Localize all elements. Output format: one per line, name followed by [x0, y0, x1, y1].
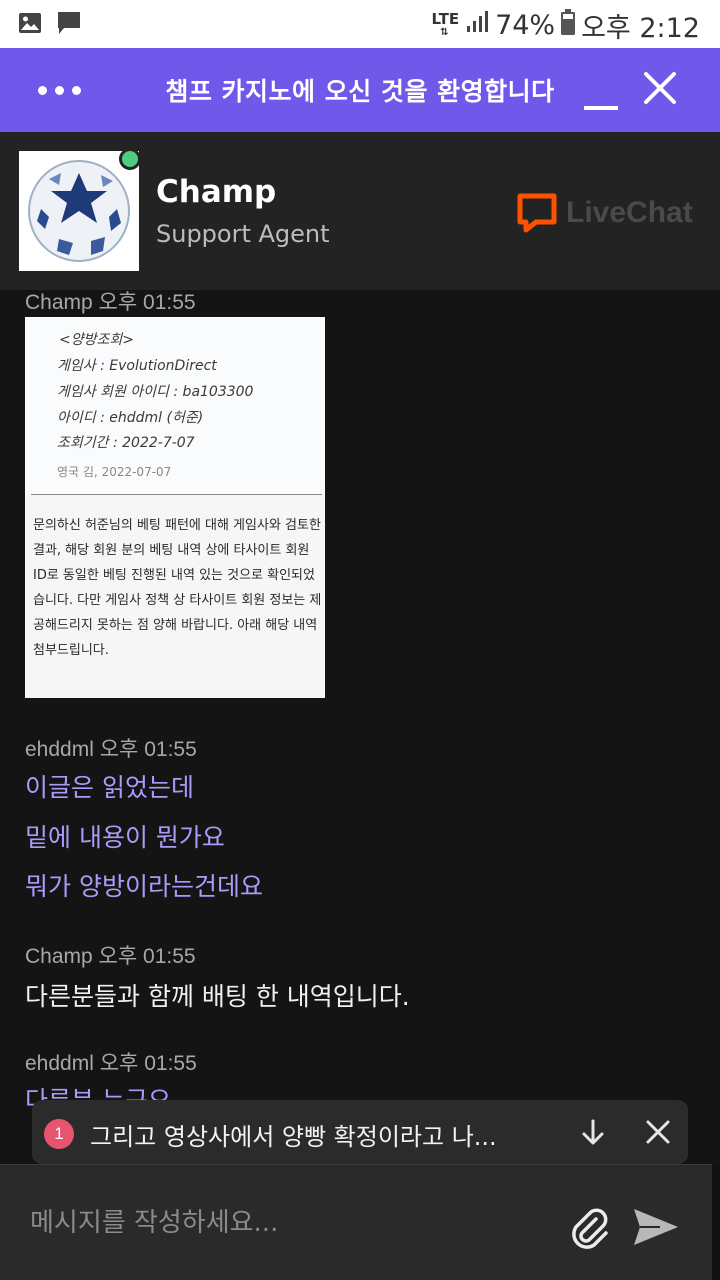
paperclip-icon [572, 1208, 608, 1249]
message-icon [56, 10, 82, 40]
toast-message-preview: 그리고 영상사에서 양빵 확정이라고 나... [90, 1123, 497, 1151]
livechat-logo: LiveChat [516, 192, 693, 234]
close-icon [646, 1120, 670, 1144]
online-status-dot [119, 148, 141, 170]
chat-header-bar: 챔프 카지노에 오신 것을 환영합니다 [0, 48, 720, 132]
attachment-line: 조회기간 : 2022-7-07 [57, 435, 195, 451]
send-button[interactable] [630, 1201, 682, 1253]
visitor-message: 뭐가 양방이라는건데요 [25, 872, 263, 901]
message-meta: ehddml 오후 01:55 [25, 733, 197, 763]
agent-message: 다른분들과 함께 배팅 한 내역입니다. [25, 982, 410, 1011]
attachment-divider [31, 494, 322, 495]
minimize-icon [584, 106, 618, 110]
message-time: 오후 01:55 [98, 291, 196, 314]
attachment-title: <양방조회> [59, 332, 134, 348]
arrow-down-icon [582, 1119, 604, 1145]
minimize-button[interactable] [582, 88, 622, 128]
scroll-to-bottom-button[interactable] [577, 1116, 609, 1148]
message-time: 오후 01:55 [98, 945, 196, 968]
message-meta: ehddml 오후 01:55 [25, 1047, 197, 1077]
new-message-toast[interactable]: 1 그리고 영상사에서 양빵 확정이라고 나... [32, 1100, 688, 1164]
avatar [19, 151, 139, 271]
attachment-line: 게임사 회원 아이디 : ba103300 [57, 384, 254, 400]
message-author: ehddml [25, 738, 94, 761]
attachment-header: <양방조회> 게임사 : EvolutionDirect 게임사 회원 아이디 … [25, 317, 325, 494]
message-author: Champ [25, 291, 93, 314]
image-attachment[interactable]: <양방조회> 게임사 : EvolutionDirect 게임사 회원 아이디 … [25, 317, 325, 698]
message-author: Champ [25, 945, 93, 968]
scrollbar[interactable] [712, 1164, 720, 1280]
attachment-line: 게임사 : EvolutionDirect [57, 358, 217, 374]
gallery-icon [18, 11, 42, 39]
agent-role: Support Agent [156, 220, 330, 248]
agent-name: Champ [156, 174, 277, 210]
battery-icon [561, 9, 576, 42]
message-meta: Champ 오후 01:55 [25, 940, 196, 970]
battery-percent: 74% [495, 10, 556, 41]
visitor-message: 밑에 내용이 뭔가요 [25, 823, 225, 852]
message-composer [0, 1164, 712, 1280]
attachment-line: 아이디 : ehddml (허준) [57, 410, 204, 426]
visitor-message: 이글은 읽었는데 [25, 773, 194, 802]
attach-file-button[interactable] [566, 1205, 614, 1253]
unread-count-badge: 1 [44, 1119, 74, 1149]
agent-header: Champ Support Agent LiveChat [0, 132, 720, 290]
livechat-brand: LiveChat [566, 196, 693, 229]
message-author: ehddml [25, 1052, 94, 1075]
message-time: 오후 01:55 [99, 1052, 197, 1075]
message-time: 오후 01:55 [99, 738, 197, 761]
clock: 오후 2:12 [581, 13, 700, 44]
attachment-signature: 영국 김, 2022-07-07 [57, 465, 172, 479]
close-button[interactable] [640, 68, 680, 108]
close-icon [644, 72, 676, 104]
signal-icon [465, 10, 489, 41]
status-bar: LTE ⇅ 74% 오후 2:12 [0, 0, 720, 48]
message-input[interactable] [30, 1201, 530, 1245]
send-icon [634, 1209, 678, 1245]
network-type: LTE ⇅ [431, 9, 460, 38]
livechat-icon [517, 193, 557, 233]
attachment-body: 문의하신 허준님의 베팅 패턴에 대해 게임사와 검토한 결과, 해당 회원 분… [33, 518, 322, 658]
dismiss-toast-button[interactable] [642, 1116, 674, 1148]
message-meta: Champ 오후 01:55 [25, 286, 196, 316]
